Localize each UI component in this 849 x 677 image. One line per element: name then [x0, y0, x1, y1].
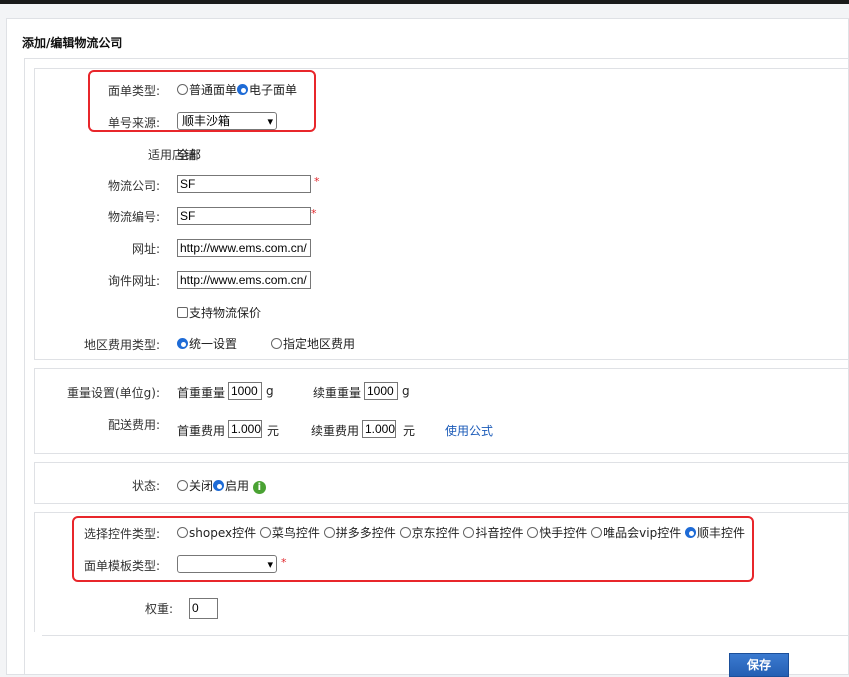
status-option-on[interactable]: 启用 — [213, 479, 249, 493]
highlight-box-waybill — [88, 70, 316, 132]
status-label: 状态: — [131, 479, 160, 493]
radio-icon[interactable] — [271, 338, 282, 349]
checkbox-icon[interactable] — [177, 307, 188, 318]
radio-icon[interactable] — [177, 480, 188, 491]
extra-weight-unit: g — [402, 384, 410, 398]
extra-fee-label: 续重费用 — [311, 424, 360, 438]
page-title: 添加/编辑物流公司 — [22, 36, 123, 50]
status-radio-group: 关闭 启用 i — [177, 477, 266, 494]
top-bar — [0, 0, 849, 4]
radio-checked-icon[interactable] — [213, 480, 225, 491]
query-url-input[interactable]: http://www.ems.com.cn/ — [177, 271, 311, 289]
divider — [42, 635, 849, 636]
first-weight-label: 首重重量 — [177, 386, 226, 400]
use-formula-link[interactable]: 使用公式 — [445, 422, 493, 439]
code-label: 物流编号: — [107, 210, 160, 224]
first-fee-input[interactable]: 1.000 — [228, 420, 262, 438]
first-fee-unit: 元 — [267, 424, 280, 438]
weight-settings-label: 重量设置(单位g): — [66, 386, 160, 400]
extra-fee-unit: 元 — [403, 424, 416, 438]
region-fee-label: 地区费用类型: — [83, 338, 160, 352]
extra-weight-label: 续重重量 — [313, 386, 362, 400]
weight-fee-panel — [34, 368, 849, 454]
required-mark: * — [311, 207, 317, 220]
first-weight-unit: g — [266, 384, 274, 398]
first-fee-label: 首重费用 — [177, 424, 226, 438]
highlight-box-control — [72, 516, 754, 582]
extra-weight-input[interactable]: 1000 — [364, 382, 398, 400]
region-option-uniform[interactable]: 统一设置 — [177, 335, 237, 352]
radio-checked-icon[interactable] — [177, 338, 188, 349]
status-option-off[interactable]: 关闭 — [177, 479, 213, 493]
insure-checkbox[interactable]: 支持物流保价 — [177, 304, 261, 321]
url-label: 网址: — [131, 242, 160, 256]
code-input[interactable]: SF — [177, 207, 311, 225]
company-input[interactable]: SF — [177, 175, 311, 193]
url-input[interactable]: http://www.ems.com.cn/ — [177, 239, 311, 257]
extra-fee-input[interactable]: 1.000 — [362, 420, 396, 438]
region-option-specified[interactable]: 指定地区费用 — [271, 335, 355, 352]
weight-order-input[interactable]: 0 — [189, 598, 218, 619]
fee-label: 配送费用: — [107, 418, 160, 432]
weight-order-label: 权重: — [144, 602, 173, 616]
query-url-label: 询件网址: — [107, 274, 160, 288]
required-mark: * — [314, 175, 320, 188]
first-weight-input[interactable]: 1000 — [228, 382, 262, 400]
shop-value: 全部 — [177, 148, 202, 162]
info-icon[interactable]: i — [252, 481, 266, 494]
company-label: 物流公司: — [107, 179, 160, 193]
save-button[interactable]: 保存 — [729, 653, 789, 677]
